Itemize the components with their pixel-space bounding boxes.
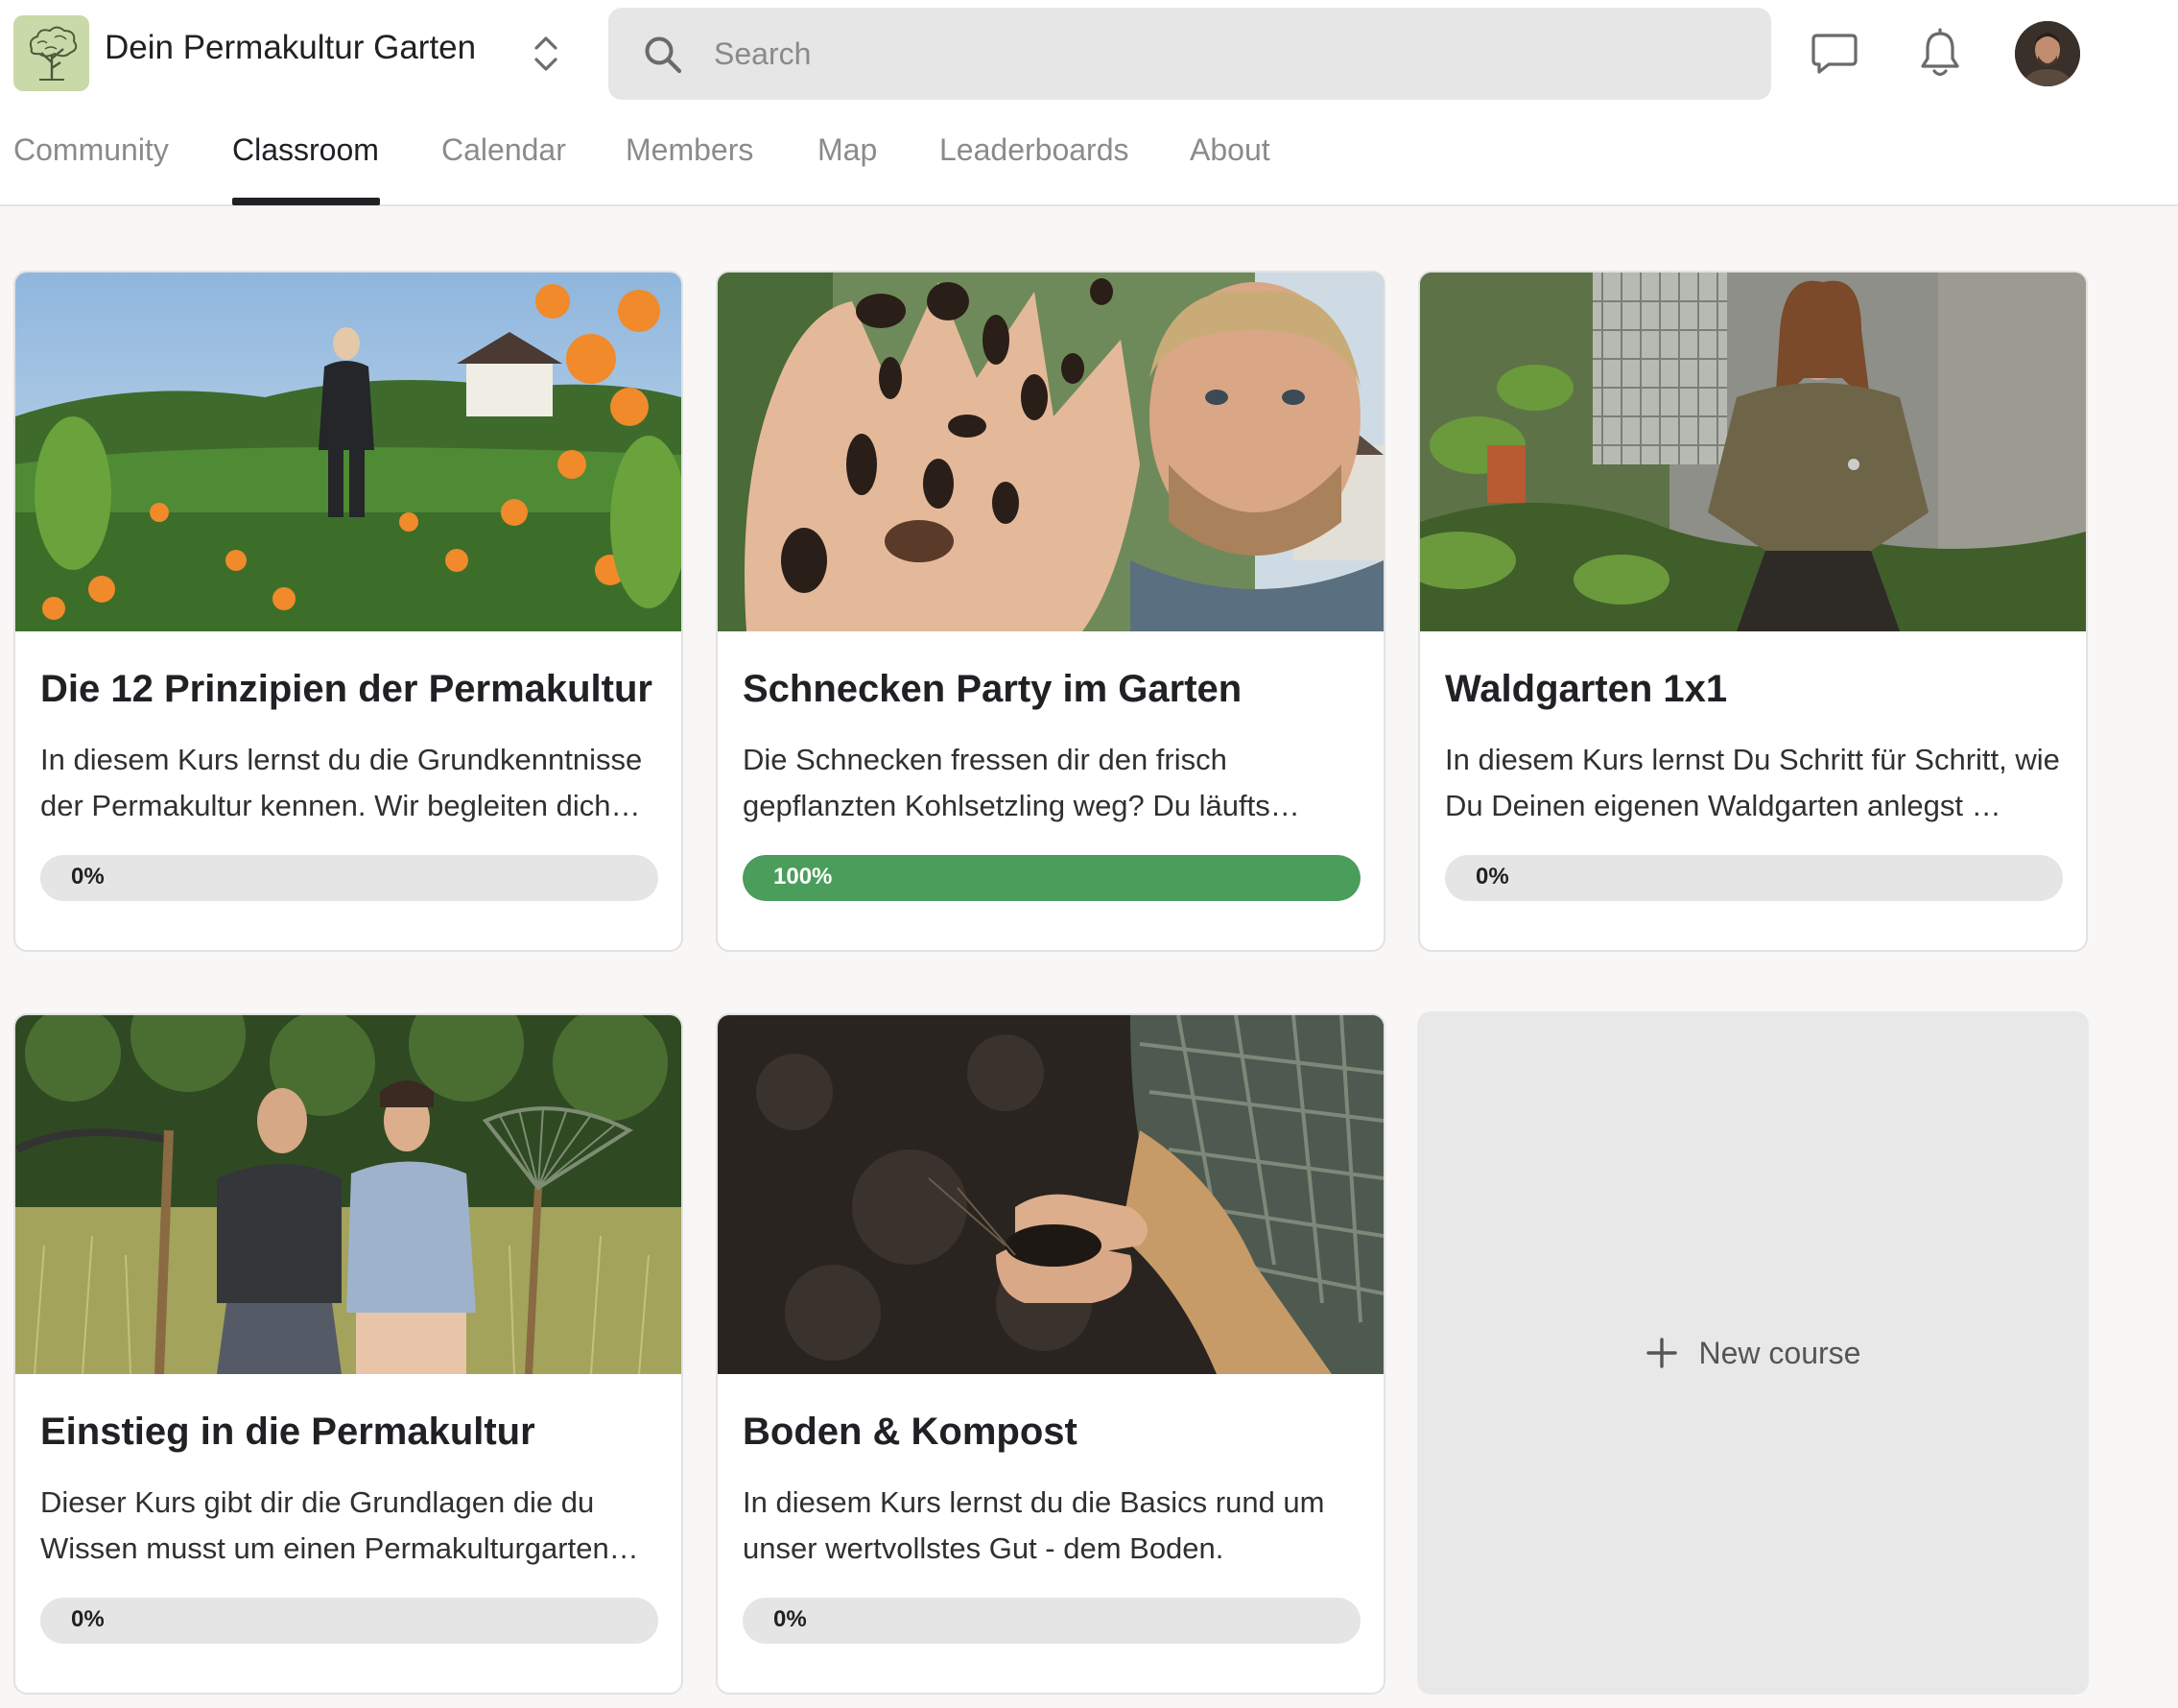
course-description: In diesem Kurs lernst du die Grundkenntn…: [40, 743, 643, 822]
course-progress-label: 100%: [773, 864, 833, 890]
new-course-content: New course: [1645, 1335, 1861, 1371]
course-progress-label: 0%: [1476, 864, 1509, 890]
course-progress-label: 0%: [773, 1606, 807, 1632]
active-tab-indicator: [232, 198, 380, 205]
bell-icon: [1921, 28, 1959, 77]
course-thumbnail: [15, 1015, 681, 1374]
plus-icon: [1645, 1338, 1677, 1368]
course-title: Waldgarten 1x1: [1445, 668, 1728, 710]
course-title: Schnecken Party im Garten: [743, 668, 1243, 710]
course-card[interactable]: Waldgarten 1x1 In diesem Kurs lernst Du …: [1418, 271, 2088, 952]
course-progress-bar: 0%: [40, 1598, 658, 1644]
course-thumbnail: [1420, 273, 2086, 631]
tab-calendar[interactable]: Calendar: [441, 132, 566, 168]
search-bar[interactable]: [608, 8, 1771, 100]
course-progress-fill: [743, 855, 1361, 901]
chat-icon: [1811, 34, 1858, 74]
tree-icon: [29, 26, 77, 81]
top-header: Dein Permakultur Garten Search Community…: [0, 0, 2178, 206]
notifications-button[interactable]: [1913, 27, 1967, 81]
course-progress-bar: 0%: [40, 855, 658, 901]
course-card[interactable]: Die 12 Prinzipien der Permakultur In die…: [13, 271, 683, 952]
course-progress-bar: 0%: [743, 1598, 1361, 1644]
course-progress-bar: 100%: [743, 855, 1361, 901]
group-switcher-button[interactable]: [530, 33, 562, 75]
course-title: Die 12 Prinzipien der Permakultur: [40, 668, 652, 710]
tab-leaderboards[interactable]: Leaderboards: [939, 132, 1128, 168]
course-title: Boden & Kompost: [743, 1411, 1077, 1453]
course-thumbnail: [718, 273, 1384, 631]
course-description: Dieser Kurs gibt dir die Grundlagen die …: [40, 1485, 639, 1565]
tab-about[interactable]: About: [1190, 132, 1270, 168]
course-description: Die Schnecken fressen dir den frisch gep…: [743, 743, 1300, 822]
group-name[interactable]: Dein Permakultur Garten: [105, 29, 476, 67]
search-icon: [643, 35, 683, 75]
tab-map[interactable]: Map: [817, 132, 877, 168]
course-card[interactable]: Schnecken Party im Garten Die Schnecken …: [716, 271, 1385, 952]
new-course-button[interactable]: New course: [1417, 1011, 2089, 1695]
course-title: Einstieg in die Permakultur: [40, 1411, 535, 1453]
course-thumbnail: [15, 273, 681, 631]
tab-community[interactable]: Community: [13, 132, 169, 168]
tab-members[interactable]: Members: [626, 132, 753, 168]
course-thumbnail: [718, 1015, 1384, 1374]
new-course-label: New course: [1698, 1335, 1861, 1370]
course-description: In diesem Kurs lernst Du Schritt für Sch…: [1445, 743, 2060, 822]
tab-classroom[interactable]: Classroom: [232, 132, 379, 168]
course-card[interactable]: Boden & Kompost In diesem Kurs lernst du…: [716, 1013, 1385, 1695]
search-input[interactable]: [714, 25, 1731, 83]
course-progress-label: 0%: [71, 864, 105, 890]
course-progress-label: 0%: [71, 1606, 105, 1632]
chevron-up-down-icon: [534, 36, 557, 71]
user-avatar[interactable]: [2015, 21, 2080, 86]
course-card[interactable]: Einstieg in die Permakultur Dieser Kurs …: [13, 1013, 683, 1695]
group-logo[interactable]: [13, 15, 89, 91]
chat-button[interactable]: [1808, 27, 1861, 81]
course-description: In diesem Kurs lernst du die Basics rund…: [743, 1485, 1325, 1565]
course-progress-bar: 0%: [1445, 855, 2063, 901]
